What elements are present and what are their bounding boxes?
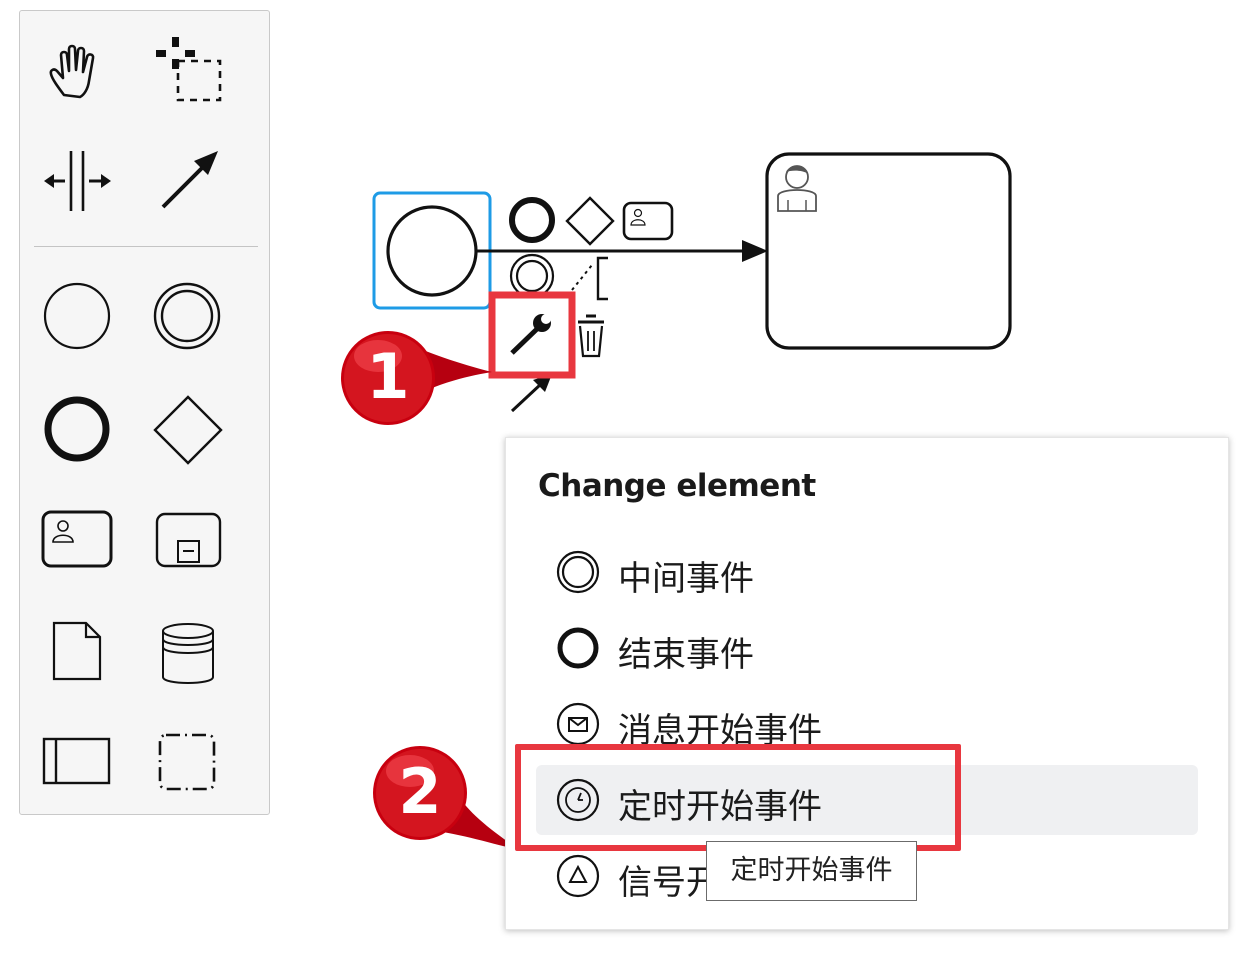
pad-wrench-icon[interactable] <box>510 311 557 355</box>
pad-trash-icon[interactable] <box>578 314 604 358</box>
popup-title: Change element <box>538 468 816 504</box>
entry-tooltip: 定时开始事件 <box>706 841 917 901</box>
message-start-event-icon <box>556 702 600 746</box>
badge-1-number: 1 <box>366 340 410 413</box>
intermediate-event-icon <box>556 550 600 594</box>
pad-gateway-icon[interactable] <box>565 196 615 246</box>
pad-user-task-icon[interactable] <box>622 201 674 241</box>
pad-text-annotation-icon[interactable] <box>571 256 608 301</box>
selection-outline <box>372 191 492 310</box>
end-event-icon <box>557 627 599 669</box>
entry-label: 中间事件 <box>618 559 754 599</box>
start-event-shape[interactable] <box>386 205 478 297</box>
entry-label: 结束事件 <box>618 635 754 675</box>
context-pad <box>509 196 674 413</box>
entry-end-event[interactable]: 结束事件 <box>536 613 1198 683</box>
pad-intermediate-event-icon[interactable] <box>509 253 555 299</box>
signal-start-event-icon <box>556 854 600 898</box>
entry-intermediate-event[interactable]: 中间事件 <box>536 537 1198 607</box>
badge-2-number: 2 <box>398 755 442 828</box>
pad-end-event-icon[interactable] <box>509 197 555 243</box>
highlight-box-2 <box>515 744 961 851</box>
entry-label: 信号开 <box>618 863 720 903</box>
pad-connect-arrow-icon[interactable] <box>510 374 552 413</box>
